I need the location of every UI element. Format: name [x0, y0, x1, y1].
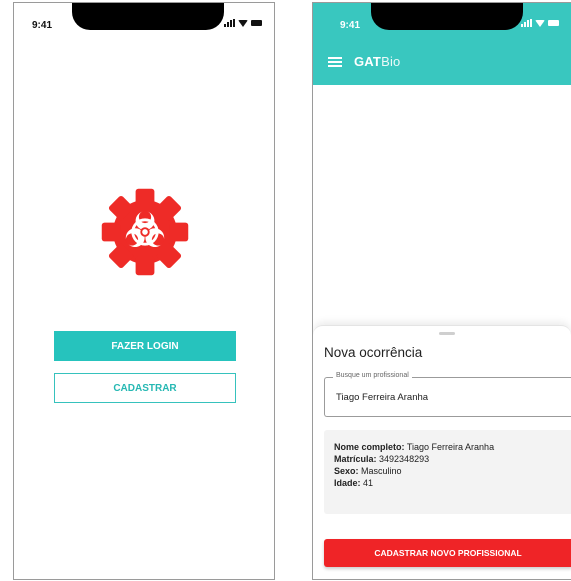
- sheet-title: Nova ocorrência: [324, 345, 423, 360]
- sheet-drag-handle[interactable]: [439, 332, 455, 335]
- signal-icon: [521, 19, 532, 27]
- detail-label: Sexo:: [334, 466, 359, 476]
- signal-icon: [224, 19, 235, 27]
- device-notch: [72, 3, 224, 30]
- status-indicators: [521, 19, 559, 27]
- device-notch: [371, 3, 523, 30]
- register-button[interactable]: CADASTRAR: [54, 373, 236, 403]
- register-new-professional-button[interactable]: CADASTRAR NOVO PROFISSIONAL: [324, 539, 571, 567]
- detail-label: Idade:: [334, 478, 361, 488]
- biohazard-gear-icon: [101, 188, 189, 276]
- wifi-icon: [535, 19, 545, 27]
- status-bar: 9:41: [313, 3, 571, 43]
- search-field-value: Tiago Ferreira Aranha: [336, 392, 429, 403]
- detail-row-nome: Nome completo: Tiago Ferreira Aranha: [334, 442, 494, 452]
- app-bar: 9:41 GATBio: [313, 3, 571, 85]
- battery-icon: [548, 20, 559, 26]
- hamburger-menu-icon[interactable]: [328, 57, 342, 67]
- login-screen: 9:41 FAZER LOGIN CADASTRAR: [13, 2, 275, 580]
- ocorrencia-screen: 9:41 GATBio Nova ocorrência Busque um pr…: [312, 2, 571, 580]
- detail-label: Matrícula:: [334, 454, 377, 464]
- detail-row-sexo: Sexo: Masculino: [334, 466, 402, 476]
- professional-search-input[interactable]: Busque um profissional Tiago Ferreira Ar…: [324, 372, 571, 417]
- status-indicators: [224, 19, 262, 27]
- professional-details-card: Nome completo: Tiago Ferreira Aranha Mat…: [324, 430, 571, 514]
- app-title: GATBio: [354, 54, 400, 69]
- detail-row-idade: Idade: 41: [334, 478, 373, 488]
- status-time: 9:41: [340, 20, 361, 31]
- battery-icon: [251, 20, 262, 26]
- status-time: 9:41: [32, 20, 53, 31]
- detail-value: 41: [363, 478, 374, 488]
- status-bar: 9:41: [14, 3, 274, 43]
- detail-value: 3492348293: [379, 454, 430, 464]
- detail-row-matricula: Matrícula: 3492348293: [334, 454, 429, 464]
- bottom-sheet: Nova ocorrência Busque um profissional T…: [313, 325, 571, 579]
- detail-value: Masculino: [361, 466, 402, 476]
- app-title-light: Bio: [381, 54, 401, 69]
- detail-value: Tiago Ferreira Aranha: [406, 442, 495, 452]
- app-title-bold: GAT: [354, 54, 382, 69]
- search-field-label: Busque um profissional: [333, 372, 412, 379]
- wifi-icon: [238, 19, 248, 27]
- detail-label: Nome completo:: [334, 442, 405, 452]
- login-button[interactable]: FAZER LOGIN: [54, 331, 236, 361]
